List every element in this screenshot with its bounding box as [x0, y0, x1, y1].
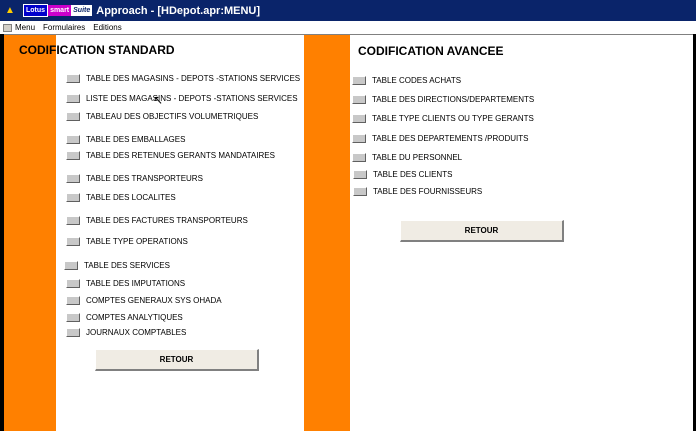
nav-button[interactable] [353, 170, 367, 179]
std-item-2[interactable]: LISTE DES MAGASINS - DEPOTS -STATIONS SE… [66, 94, 298, 103]
nav-button[interactable] [66, 296, 80, 305]
std-item-3[interactable]: TABLEAU DES OBJECTIFS VOLUMETRIQUES [66, 112, 258, 121]
lotus-brand-logo: Lotus smart Suite [23, 4, 93, 17]
nav-button[interactable] [66, 237, 80, 246]
adv-item-5[interactable]: TABLE DU PERSONNEL [352, 153, 462, 162]
nav-button[interactable] [66, 216, 80, 225]
std-item-8[interactable]: TABLE DES FACTURES TRANSPORTEURS [66, 216, 248, 225]
nav-button[interactable] [352, 95, 366, 104]
app-system-icon[interactable]: ▲ [3, 4, 17, 17]
nav-button[interactable] [66, 135, 80, 144]
adv-item-6[interactable]: TABLE DES CLIENTS [353, 170, 452, 179]
std-item-9[interactable]: TABLE TYPE OPERATIONS [66, 237, 188, 246]
std-item-10[interactable]: TABLE DES SERVICES [64, 261, 170, 270]
mouse-cursor-icon: ↖ [153, 93, 164, 107]
nav-button[interactable] [353, 187, 367, 196]
brand-lotus: Lotus [23, 4, 49, 17]
menu-bar: Menu Formulaires Editions [0, 21, 696, 35]
std-item-14[interactable]: JOURNAUX COMPTABLES [66, 328, 186, 337]
nav-button[interactable] [66, 112, 80, 121]
retour-button-avancee[interactable]: RETOUR [400, 220, 564, 242]
nav-button[interactable] [352, 153, 366, 162]
title-bar: ▲ Lotus smart Suite Approach - [HDepot.apr… [0, 0, 696, 21]
nav-button[interactable] [66, 74, 80, 83]
adv-item-7[interactable]: TABLE DES FOURNISSEURS [353, 187, 482, 196]
window-title: Approach - [HDepot.apr:MENU] [96, 4, 261, 17]
std-item-12[interactable]: COMPTES GENERAUX SYS OHADA [66, 296, 222, 305]
menu-item-editions[interactable]: Editions [93, 23, 121, 32]
std-item-5[interactable]: TABLE DES RETENUES GERANTS MANDATAIRES [66, 151, 275, 160]
std-item-4[interactable]: TABLE DES EMBALLAGES [66, 135, 185, 144]
adv-item-3[interactable]: TABLE TYPE CLIENTS OU TYPE GERANTS [352, 114, 534, 123]
nav-button[interactable] [66, 313, 80, 322]
nav-button[interactable] [352, 114, 366, 123]
adv-item-1[interactable]: TABLE CODES ACHATS [352, 76, 461, 85]
brand-smart: smart [48, 5, 72, 16]
nav-button[interactable] [352, 76, 366, 85]
nav-button[interactable] [66, 174, 80, 183]
nav-button[interactable] [66, 328, 80, 337]
document-icon[interactable] [3, 23, 12, 32]
nav-button[interactable] [64, 261, 78, 270]
orange-stripe-left [4, 35, 56, 431]
std-item-13[interactable]: COMPTES ANALYTIQUES [66, 313, 183, 322]
std-item-1[interactable]: TABLE DES MAGASINS - DEPOTS -STATIONS SE… [66, 74, 300, 83]
nav-button[interactable] [66, 151, 80, 160]
std-item-7[interactable]: TABLE DES LOCALITES [66, 193, 176, 202]
nav-button[interactable] [66, 94, 80, 103]
orange-stripe-right [304, 35, 350, 431]
nav-button[interactable] [66, 193, 80, 202]
heading-codification-standard: CODIFICATION STANDARD [19, 43, 175, 57]
std-item-11[interactable]: TABLE DES IMPUTATIONS [66, 279, 185, 288]
adv-item-4[interactable]: TABLE DES DEPARTEMENTS /PRODUITS [352, 134, 528, 143]
menu-item-menu[interactable]: Menu [15, 23, 35, 32]
adv-item-2[interactable]: TABLE DES DIRECTIONS/DEPARTEMENTS [352, 95, 534, 104]
brand-suite: Suite [71, 5, 93, 16]
nav-button[interactable] [66, 279, 80, 288]
menu-item-formulaires[interactable]: Formulaires [43, 23, 85, 32]
retour-button-standard[interactable]: RETOUR [95, 349, 259, 371]
nav-button[interactable] [352, 134, 366, 143]
heading-codification-avancee: CODIFICATION AVANCEE [358, 44, 504, 58]
std-item-6[interactable]: TABLE DES TRANSPORTEURS [66, 174, 203, 183]
